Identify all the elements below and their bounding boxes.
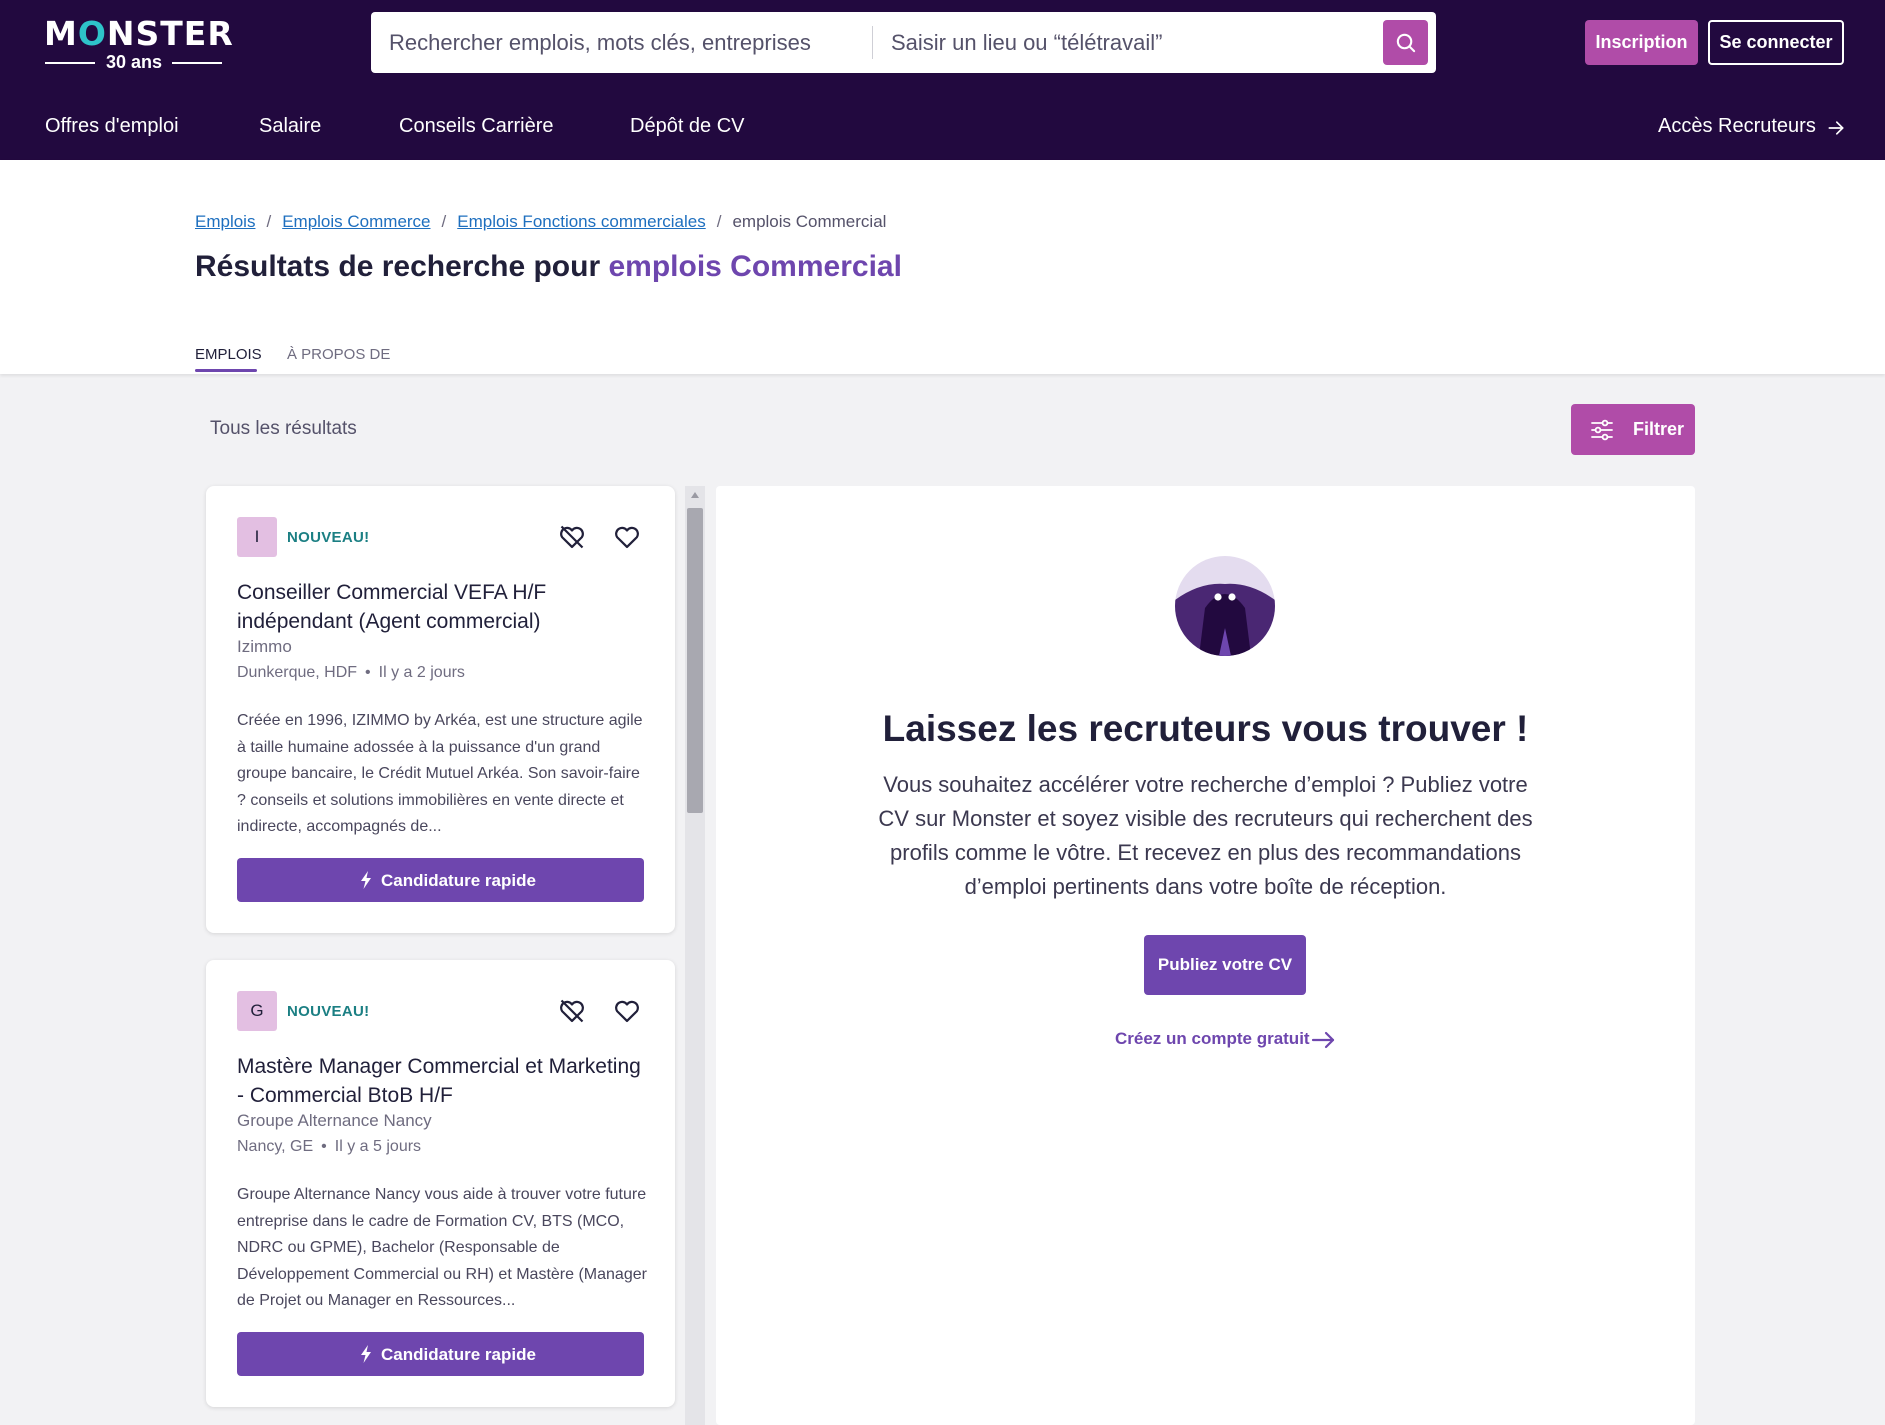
scrollbar-thumb[interactable] [687, 508, 703, 813]
quick-apply-button[interactable]: Candidature rapide [237, 858, 644, 902]
job-meta: Nancy, GE • Il y a 5 jours [237, 1138, 422, 1155]
company-logo: I [237, 517, 277, 557]
search-bar: Rechercher emplois, mots clés, entrepris… [371, 12, 1436, 73]
job-meta: Dunkerque, HDF • Il y a 2 jours [237, 664, 465, 681]
heart-icon[interactable] [613, 997, 641, 1025]
job-posted-date: Il y a 2 jours [378, 664, 465, 681]
monster-character-icon [1175, 556, 1275, 656]
filter-button[interactable]: Filtrer [1571, 404, 1695, 455]
job-title[interactable]: Conseiller Commercial VEFA H/F indépenda… [237, 578, 647, 636]
breadcrumb-link-fonctions-commerciales[interactable]: Emplois Fonctions commerciales [457, 212, 705, 231]
new-badge: NOUVEAU! [287, 529, 370, 546]
company-name: Groupe Alternance Nancy [237, 1111, 432, 1130]
job-posted-date: Il y a 5 jours [334, 1138, 422, 1155]
search-icon [1396, 33, 1416, 53]
heart-icon[interactable] [613, 523, 641, 551]
publish-cv-button[interactable]: Publiez votre CV [1144, 935, 1306, 995]
cv-promo-panel: Laissez les recruteurs vous trouver ! Vo… [716, 486, 1695, 1425]
job-card[interactable]: I NOUVEAU! Conseiller Commercial VEFA H/… [206, 486, 675, 933]
breadcrumb: Emplois / Emplois Commerce / Emplois Fonctio… [195, 212, 887, 231]
quick-apply-button[interactable]: Candidature rapide [237, 1332, 644, 1376]
lightning-icon [361, 871, 371, 889]
company-logo: G [237, 991, 277, 1031]
create-account-link[interactable]: Créez un compte gratuit [1115, 1029, 1335, 1049]
scroll-up-arrow-icon[interactable] [691, 492, 699, 498]
nav-recruiter-access[interactable]: Accès Recruteurs [1658, 115, 1844, 138]
hide-job-icon[interactable] [558, 523, 586, 551]
nav-job-offers[interactable]: Offres d'emploi [45, 115, 179, 138]
promo-heading: Laissez les recruteurs vous trouver ! [882, 708, 1529, 749]
hide-job-icon[interactable] [558, 997, 586, 1025]
tab-about[interactable]: À PROPOS DE [287, 346, 390, 363]
arrow-right-icon [1828, 121, 1844, 135]
breadcrumb-link-commerce[interactable]: Emplois Commerce [282, 212, 430, 231]
job-location: Nancy, GE [237, 1138, 314, 1155]
tab-jobs[interactable]: EMPLOIS [195, 346, 262, 363]
job-card[interactable]: G NOUVEAU! Mastère Manager Commercial et… [206, 960, 675, 1407]
search-button[interactable] [1383, 20, 1428, 65]
search-divider [872, 26, 873, 59]
filter-sliders-icon [1591, 419, 1613, 441]
promo-body: Vous souhaitez accélérer votre recherche… [878, 772, 1533, 899]
tab-active-indicator [195, 369, 257, 372]
search-title-area: Emplois / Emplois Commerce / Emplois Fonctio… [0, 160, 1885, 374]
page-title-query: emplois Commercial [608, 250, 902, 283]
login-button[interactable]: Se connecter [1708, 20, 1844, 65]
breadcrumb-link-emplois[interactable]: Emplois [195, 212, 255, 231]
job-location: Dunkerque, HDF [237, 664, 358, 681]
arrow-right-icon [1311, 1031, 1335, 1049]
nav-salary[interactable]: Salaire [259, 115, 321, 138]
logo-subtitle: 30 ans [44, 52, 222, 72]
new-badge: NOUVEAU! [287, 1003, 370, 1020]
lightning-icon [361, 1345, 371, 1363]
job-title[interactable]: Mastère Manager Commercial et Marketing … [237, 1052, 647, 1110]
nav-career-advice[interactable]: Conseils Carrière [399, 115, 554, 138]
search-location-input[interactable]: Saisir un lieu ou “télétravail” [891, 30, 1351, 56]
job-description: Créée en 1996, IZIMMO by Arkéa, est une … [237, 712, 643, 835]
monster-logo[interactable]: MONSTER 30 ans [44, 14, 233, 74]
top-header: MONSTER 30 ans Rechercher emplois, mots … [0, 0, 1885, 160]
breadcrumb-current: emplois Commercial [732, 212, 887, 231]
search-keywords-input[interactable]: Rechercher emplois, mots clés, entrepris… [389, 30, 859, 56]
results-label: Tous les résultats [210, 418, 357, 439]
nav-cv-upload[interactable]: Dépôt de CV [630, 115, 745, 138]
results-scrollbar[interactable] [685, 486, 705, 1425]
job-description: Groupe Alternance Nancy vous aide à trou… [237, 1186, 647, 1309]
page-title: Résultats de recherche pour emplois Comm… [195, 250, 902, 283]
company-name: Izimmo [237, 637, 292, 656]
logo-wordmark: MONSTER [44, 14, 234, 53]
signup-button[interactable]: Inscription [1585, 20, 1698, 65]
